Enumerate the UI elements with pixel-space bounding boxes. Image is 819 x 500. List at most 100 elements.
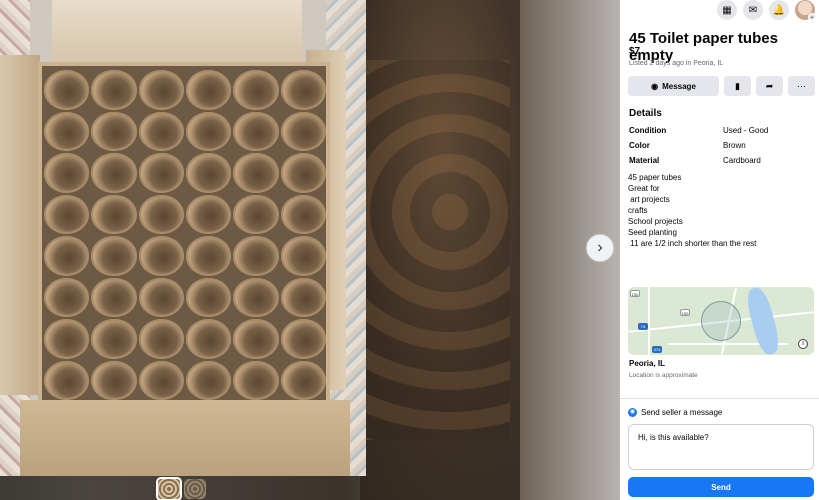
paper-tube xyxy=(185,70,232,110)
map-road xyxy=(648,287,650,355)
paper-tube xyxy=(233,360,279,400)
detail-key: Condition xyxy=(629,126,667,135)
paper-tube xyxy=(91,236,137,276)
thumbnail-2[interactable] xyxy=(184,479,206,499)
paper-tube xyxy=(280,319,326,359)
paper-tube xyxy=(280,360,326,400)
approx-location-circle xyxy=(701,301,741,341)
paper-tube xyxy=(44,277,90,317)
detail-value: Used - Good xyxy=(723,126,769,135)
messenger-icon[interactable]: ✉ xyxy=(743,0,763,20)
paper-tube xyxy=(91,319,137,359)
save-button[interactable]: ▮ xyxy=(724,76,751,96)
paper-tube xyxy=(233,70,279,110)
paper-tube xyxy=(233,111,279,151)
paper-tube xyxy=(280,70,326,110)
paper-tube xyxy=(91,70,137,110)
location-map[interactable]: 150 150 74 474 i xyxy=(628,287,814,355)
paper-tube xyxy=(185,360,232,400)
box-flap-left xyxy=(0,55,40,395)
paper-tube xyxy=(91,111,137,151)
paper-tube xyxy=(233,236,279,276)
paper-tube xyxy=(44,111,90,151)
box-front-panel xyxy=(20,400,350,476)
paper-tubes xyxy=(44,70,326,400)
listed-info[interactable]: Listed 2 days ago in Peoria, IL xyxy=(629,60,723,67)
paper-tube xyxy=(91,277,137,317)
divider xyxy=(620,398,819,399)
share-button[interactable]: ➦ xyxy=(756,76,783,96)
thumbnail-1[interactable] xyxy=(156,477,182,500)
messenger-icon: ◉ xyxy=(651,81,659,91)
detail-row-material: Material Cardboard xyxy=(629,156,809,165)
share-icon: ➦ xyxy=(765,80,774,91)
paper-tube xyxy=(91,153,137,193)
blurred-background-texture xyxy=(360,60,510,440)
bell-icon[interactable]: 🔔 xyxy=(769,0,789,20)
detail-key: Material xyxy=(629,156,660,165)
details-heading: Details xyxy=(629,108,662,119)
highway-shield: 150 xyxy=(630,290,640,297)
location-approx-note: Location is approximate xyxy=(629,372,698,379)
highway-shield: 150 xyxy=(680,309,690,316)
listing-description: 45 paper tubes Great for art projects cr… xyxy=(628,173,757,248)
paper-tube xyxy=(185,277,232,317)
send-seller-label: Send seller a message xyxy=(641,408,723,417)
paper-tube xyxy=(44,70,90,110)
paper-tube xyxy=(44,319,90,359)
info-icon[interactable]: i xyxy=(798,339,808,349)
chevron-right-icon: › xyxy=(597,239,603,256)
paper-tube xyxy=(233,194,279,234)
grid-menu-icon[interactable]: ▦ xyxy=(717,0,737,20)
paper-tube xyxy=(185,319,232,359)
action-bar: ◉ Message ▮ ➦ ⋯ xyxy=(628,76,815,96)
message-button[interactable]: ◉ Message xyxy=(628,76,719,96)
paper-tube xyxy=(185,111,232,151)
listing-photo xyxy=(0,0,366,476)
messenger-icon: ◉ xyxy=(628,408,637,417)
paper-tube xyxy=(280,153,326,193)
paper-tube xyxy=(91,194,137,234)
paper-tube xyxy=(233,153,279,193)
detail-row-condition: Condition Used - Good xyxy=(629,126,809,135)
detail-key: Color xyxy=(629,141,650,150)
paper-tube xyxy=(280,111,326,151)
paper-tube xyxy=(138,111,184,151)
photo-thumbnails xyxy=(156,477,206,500)
top-bar: ▦ ✉ 🔔 ⌄ xyxy=(717,0,819,22)
paper-tube xyxy=(138,236,184,276)
highway-shield: 74 xyxy=(638,323,648,330)
paper-tube xyxy=(233,319,279,359)
paper-tube xyxy=(138,277,184,317)
bookmark-icon: ▮ xyxy=(735,80,740,91)
message-input[interactable]: Hi, is this available? xyxy=(628,424,814,470)
paper-tube xyxy=(44,194,90,234)
paper-tube xyxy=(44,360,90,400)
more-button[interactable]: ⋯ xyxy=(788,76,815,96)
profile-avatar[interactable]: ⌄ xyxy=(795,0,816,21)
detail-value: Cardboard xyxy=(723,156,761,165)
paper-tube xyxy=(138,360,184,400)
paper-tube xyxy=(138,319,184,359)
send-seller-heading: ◉ Send seller a message xyxy=(628,408,722,417)
paper-tube xyxy=(185,153,232,193)
highway-shield: 474 xyxy=(652,346,662,353)
paper-tube xyxy=(280,236,326,276)
marketplace-item-page: › ▦ ✉ 🔔 ⌄ 45 Toilet paper tubes empty $7… xyxy=(0,0,819,500)
paper-tube xyxy=(185,194,232,234)
paper-tube xyxy=(233,277,279,317)
listing-price: $7 xyxy=(629,46,641,57)
more-icon: ⋯ xyxy=(797,80,806,91)
listing-panel: ▦ ✉ 🔔 ⌄ 45 Toilet paper tubes empty $7 L… xyxy=(620,0,819,500)
paper-tube xyxy=(44,236,90,276)
next-photo-button[interactable]: › xyxy=(586,234,614,262)
paper-tube xyxy=(138,153,184,193)
paper-tube xyxy=(138,70,184,110)
paper-tube xyxy=(91,360,137,400)
paper-tube xyxy=(138,194,184,234)
image-viewer: › xyxy=(0,0,620,500)
detail-row-color: Color Brown xyxy=(629,141,809,150)
send-button[interactable]: Send xyxy=(628,477,814,497)
paper-tube xyxy=(185,236,232,276)
location-city: Peoria, IL xyxy=(629,359,666,368)
